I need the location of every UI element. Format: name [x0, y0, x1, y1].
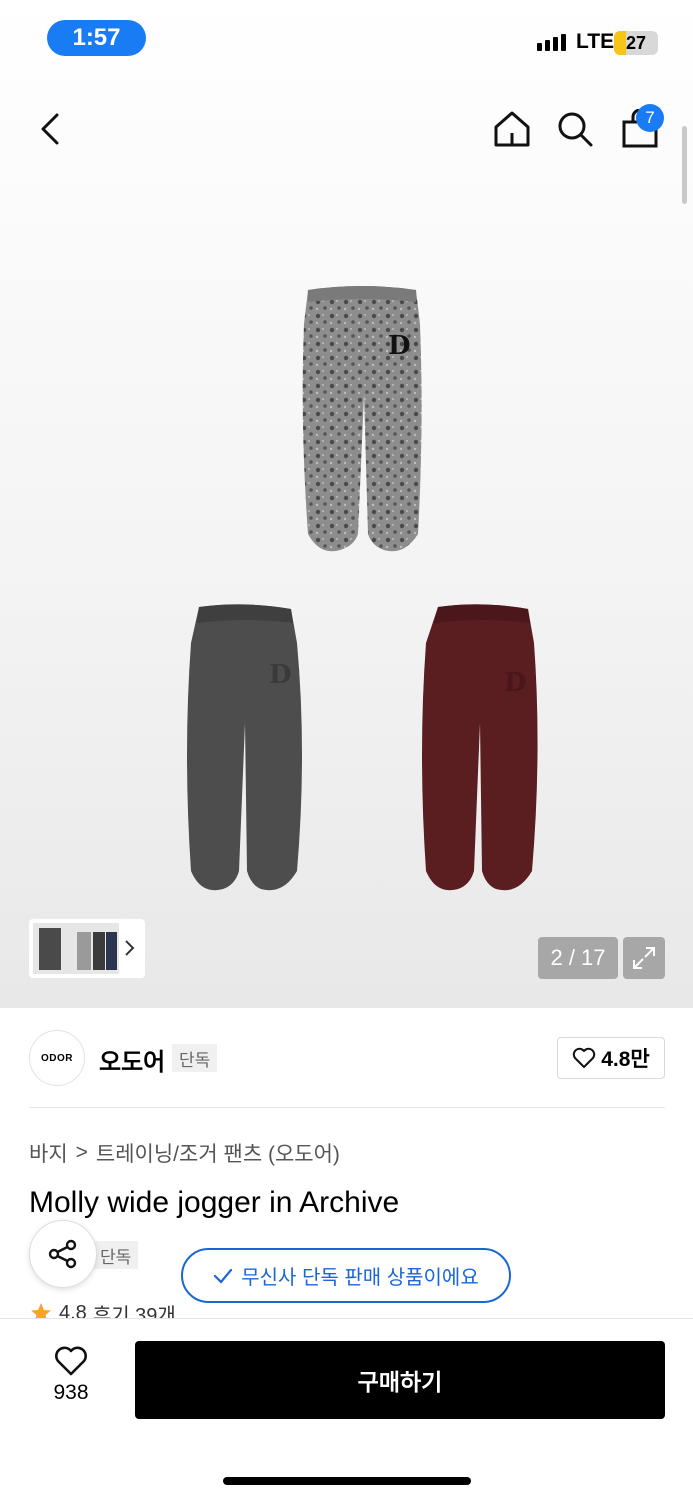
battery-label: 27	[625, 32, 647, 53]
home-indicator	[223, 1477, 471, 1485]
divider	[29, 1107, 665, 1108]
wish-count: 938	[53, 1381, 89, 1404]
svg-text:D: D	[388, 331, 411, 361]
brand-name[interactable]: 오도어	[99, 1042, 165, 1077]
breadcrumb-separator: >	[75, 1141, 88, 1164]
battery-icon: 27	[614, 31, 658, 55]
brand-like-button[interactable]: 4.8만	[557, 1037, 665, 1079]
status-bar: 1:57 LTE 27	[0, 0, 693, 80]
heart-icon	[573, 1047, 596, 1068]
brand-exclusive-tag: 단독	[172, 1044, 218, 1072]
share-icon	[48, 1239, 77, 1269]
chevron-right-icon	[125, 940, 135, 956]
home-button[interactable]	[488, 105, 536, 153]
product-image-leopard-pants: D	[302, 286, 422, 552]
svg-text:D: D	[504, 668, 527, 698]
share-button[interactable]	[29, 1220, 97, 1288]
brand-row: ODOR 오도어 단독 4.8만	[29, 1030, 665, 1086]
product-image-burgundy-pants: D	[422, 604, 538, 891]
back-button[interactable]	[26, 105, 74, 153]
breadcrumb: 바지 > 트레이닝/조거 팬츠 (오도어)	[29, 1138, 340, 1168]
check-icon	[214, 1268, 233, 1284]
image-counter: 2 / 17	[538, 937, 618, 979]
buy-button[interactable]: 구매하기	[135, 1341, 665, 1419]
breadcrumb-category[interactable]: 바지	[29, 1138, 68, 1168]
product-image-charcoal-pants: D	[187, 604, 302, 891]
thumbnail-strip[interactable]	[29, 919, 145, 978]
thumbnail-image	[33, 923, 119, 974]
cart-count-badge: 7	[636, 104, 664, 132]
scrollbar[interactable]	[682, 126, 687, 204]
heart-icon	[55, 1346, 87, 1376]
network-label: LTE	[576, 30, 615, 53]
svg-text:D: D	[269, 660, 292, 690]
expand-button[interactable]	[623, 937, 665, 979]
expand-icon	[633, 947, 655, 969]
search-button[interactable]	[551, 105, 599, 153]
brand-like-count: 4.8만	[601, 1048, 650, 1071]
back-icon	[41, 113, 59, 145]
breadcrumb-subcategory[interactable]: 트레이닝/조거 팬츠 (오도어)	[96, 1138, 340, 1168]
status-time: 1:57	[47, 20, 146, 56]
search-icon	[558, 112, 593, 147]
exclusive-notice-text: 무신사 단독 판매 상품이에요	[241, 1267, 479, 1289]
bottom-action-bar: 938 구매하기	[0, 1318, 693, 1500]
top-nav	[0, 95, 693, 165]
signal-icon	[537, 34, 566, 51]
brand-logo[interactable]: ODOR	[29, 1030, 85, 1086]
product-title: Molly wide jogger in Archive	[29, 1186, 400, 1219]
exclusive-notice: 무신사 단독 판매 상품이에요	[181, 1248, 511, 1303]
home-icon	[494, 111, 530, 147]
wish-button[interactable]: 938	[36, 1345, 106, 1415]
